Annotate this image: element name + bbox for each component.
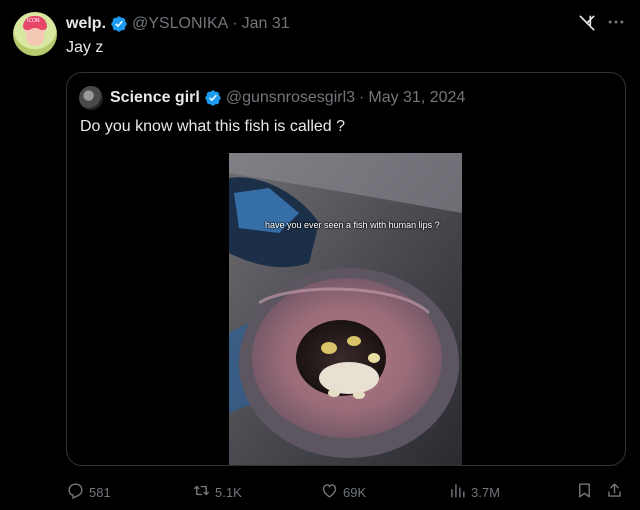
quoted-media-video[interactable]: have you ever seen a fish with human lip… xyxy=(229,153,462,465)
repost-icon xyxy=(192,481,215,503)
verified-badge-icon xyxy=(204,89,222,107)
fish-lips-image xyxy=(229,153,462,465)
like-button[interactable]: 69K xyxy=(320,478,366,506)
media-caption: have you ever seen a fish with human lip… xyxy=(265,220,440,230)
tweet-text: Jay z xyxy=(66,39,104,56)
bookmark-button[interactable] xyxy=(575,478,598,506)
header-separator: · xyxy=(232,15,238,32)
avatar-badge-text: ICON xyxy=(27,18,40,24)
views-button[interactable]: 3.7M xyxy=(448,478,500,506)
grok-icon[interactable] xyxy=(577,13,597,38)
share-icon xyxy=(605,481,628,503)
views-count: 3.7M xyxy=(471,484,500,500)
author-avatar[interactable]: ICON xyxy=(13,12,57,56)
reply-count: 581 xyxy=(89,484,111,500)
quoted-author-handle[interactable]: @gunsnrosesgirl3 xyxy=(226,89,355,107)
quoted-author-name[interactable]: Science girl xyxy=(110,89,200,107)
author-handle[interactable]: @YSLONIKA xyxy=(132,15,228,33)
heart-icon xyxy=(320,481,343,503)
repost-count: 5.1K xyxy=(215,484,242,500)
quoted-tweet-date[interactable]: May 31, 2024 xyxy=(368,89,465,107)
avatar-face xyxy=(26,28,44,46)
quoted-author-avatar[interactable] xyxy=(79,86,103,110)
reply-button[interactable]: 581 xyxy=(66,478,111,506)
author-name[interactable]: welp. xyxy=(66,15,106,33)
tweet-header: welp. @YSLONIKA · Jan 31 xyxy=(66,14,290,34)
quoted-tweet-text: Do you know what this fish is called ? xyxy=(80,118,346,135)
bookmark-icon xyxy=(575,481,598,503)
reply-icon xyxy=(66,481,89,503)
verified-badge-icon xyxy=(110,15,128,33)
tweet-action-bar: 581 5.1K 69K 3.7M xyxy=(0,478,640,506)
quoted-tweet-header: Science girl @gunsnrosesgirl3 · May 31, … xyxy=(110,88,465,108)
like-count: 69K xyxy=(343,484,367,500)
quoted-header-separator: · xyxy=(359,89,365,106)
views-icon xyxy=(448,481,471,503)
share-button[interactable] xyxy=(605,478,628,506)
more-icon[interactable] xyxy=(606,12,626,37)
tweet-date[interactable]: Jan 31 xyxy=(242,15,290,33)
repost-button[interactable]: 5.1K xyxy=(192,478,242,506)
